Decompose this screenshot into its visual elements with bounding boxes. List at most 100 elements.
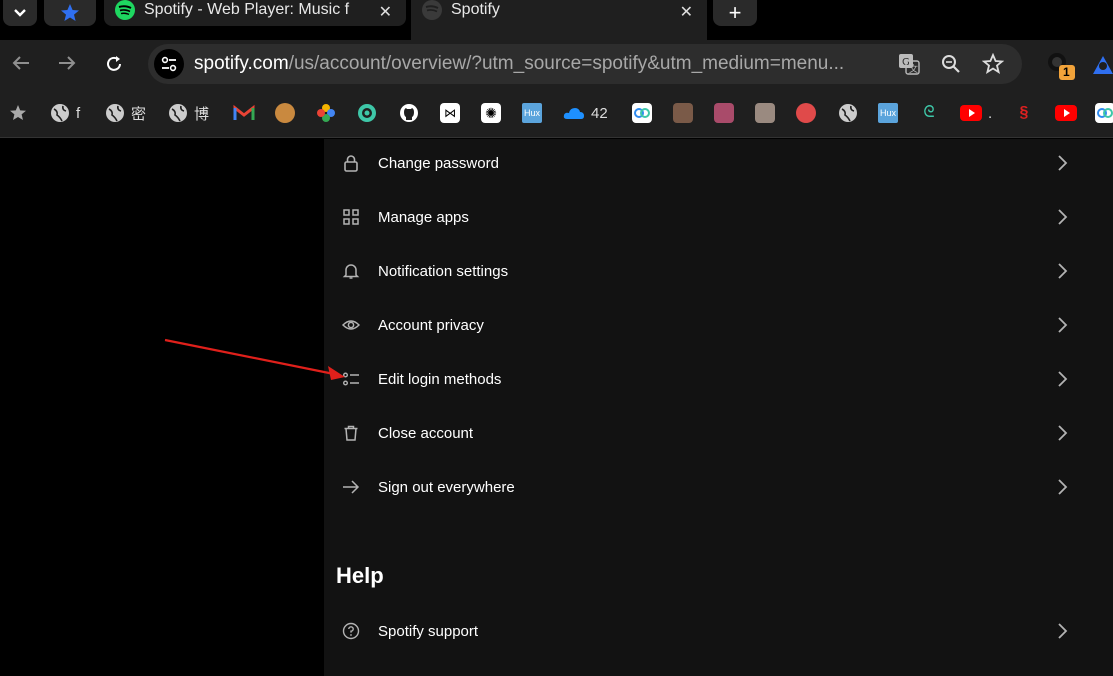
- menu-item-label: Account privacy: [378, 316, 484, 334]
- chevron-right-icon: [1058, 371, 1068, 387]
- extension-button[interactable]: 1: [1046, 52, 1076, 87]
- youtube-icon: [1055, 105, 1077, 121]
- bookmark-onedrive[interactable]: 42: [563, 102, 608, 124]
- bookmark-ball[interactable]: [796, 102, 816, 124]
- tab-search-button[interactable]: [3, 0, 37, 26]
- translate-icon[interactable]: G文: [898, 53, 920, 75]
- chevron-right-icon: [1058, 479, 1068, 495]
- spiral-icon: ᘓ: [923, 104, 935, 121]
- lock-icon: [344, 155, 358, 172]
- close-icon[interactable]: ✕: [680, 2, 693, 22]
- bookmark-youtube-2[interactable]: [1055, 102, 1077, 124]
- gmail-icon: [233, 104, 255, 120]
- help-section-title: Help: [336, 563, 384, 588]
- menu-item-sign-out-everywhere[interactable]: Sign out everywhere: [324, 460, 1113, 514]
- tab-title: Spotify - Web Player: Music f: [144, 1, 350, 18]
- avatar-icon: [673, 103, 693, 123]
- avatar-icon: [714, 103, 734, 123]
- chevron-right-icon: [1058, 425, 1068, 441]
- profile-icon[interactable]: [1092, 53, 1113, 75]
- cloud-icon: [632, 103, 652, 123]
- bookmark-teal[interactable]: ᘓ: [919, 102, 939, 124]
- menu-item-label: Change password: [378, 154, 499, 172]
- tab-spotify[interactable]: Spotify ✕: [411, 0, 707, 40]
- bookmark-youtube[interactable]: .: [960, 102, 992, 124]
- tab-strip: Spotify - Web Player: Music f ✕ Spotify …: [0, 0, 1113, 40]
- menu-item-edit-login-methods[interactable]: Edit login methods: [324, 352, 1113, 406]
- zoom-icon[interactable]: [941, 54, 961, 74]
- chevron-down-icon: [14, 9, 26, 17]
- bookmark-gmail[interactable]: [233, 102, 255, 124]
- pattern-icon: ⋈: [440, 103, 460, 123]
- site-info-button[interactable]: [154, 49, 184, 79]
- menu-item-label: Edit login methods: [378, 370, 502, 388]
- back-icon[interactable]: [11, 54, 31, 72]
- ball-icon: [796, 103, 816, 123]
- chevron-right-icon: [1058, 155, 1068, 171]
- onedrive-icon: [563, 108, 584, 119]
- spotify-logo-icon: [115, 0, 135, 20]
- tab-web-player[interactable]: Spotify - Web Player: Music f ✕: [104, 0, 406, 26]
- close-icon[interactable]: ✕: [379, 2, 392, 22]
- tab-title: Spotify: [451, 1, 500, 18]
- bookmark-label: 密: [131, 105, 147, 123]
- bookmark-p[interactable]: [357, 102, 377, 124]
- avatar-icon: [755, 103, 775, 123]
- hux-icon: Hux: [522, 103, 542, 123]
- url-text[interactable]: spotify.com/us/account/overview/?utm_sou…: [194, 53, 884, 75]
- bookmark-baidu[interactable]: [632, 102, 652, 124]
- account-settings-panel: Change password Manage apps Notification…: [324, 139, 1113, 676]
- address-bar[interactable]: spotify.com/us/account/overview/?utm_sou…: [148, 44, 1022, 84]
- menu-item-close-account[interactable]: Close account: [324, 406, 1113, 460]
- bookmark-food[interactable]: [275, 102, 295, 124]
- forward-icon[interactable]: [57, 54, 77, 72]
- bookmark-avatar-3[interactable]: [755, 102, 775, 124]
- menu-item-label: Notification settings: [378, 262, 509, 280]
- bookmark-grid[interactable]: ⋈: [440, 102, 460, 124]
- cloud-icon: [1095, 103, 1113, 123]
- bookmark-star-icon[interactable]: [982, 53, 1004, 75]
- extension-icon: [1048, 53, 1075, 80]
- globe-icon: [169, 104, 187, 122]
- bookmark-avatar-1[interactable]: [673, 102, 693, 124]
- eye-icon: [342, 320, 360, 330]
- menu-item-spotify-support[interactable]: Spotify support: [324, 604, 1113, 658]
- bookmarks-bar: f 密 博 ⋈ ✺ Hux 42 Hux ᘓ . §: [0, 88, 1113, 138]
- new-tab-button[interactable]: +: [713, 0, 757, 26]
- bookmark-github[interactable]: [399, 102, 419, 124]
- chevron-right-icon: [1058, 209, 1068, 225]
- globe-icon: [839, 104, 857, 122]
- globe-icon: [51, 104, 69, 122]
- bookmark-mi[interactable]: 密: [105, 102, 146, 124]
- menu-item-manage-apps[interactable]: Manage apps: [324, 190, 1113, 244]
- reload-icon[interactable]: [104, 54, 124, 74]
- bookmark-bo[interactable]: 博: [168, 102, 209, 124]
- bookmark-hux-2[interactable]: Hux: [878, 102, 898, 124]
- bookmark-hux[interactable]: Hux: [522, 102, 542, 124]
- bookmark-globe[interactable]: [838, 102, 858, 124]
- photos-icon: [317, 104, 335, 122]
- list-icon: [343, 372, 359, 386]
- bookmark-label: 42: [591, 104, 608, 122]
- plus-icon: +: [728, 0, 742, 25]
- menu-item-label: Spotify support: [378, 622, 479, 640]
- grid-icon: [343, 209, 359, 225]
- bookmark-f[interactable]: f: [50, 102, 80, 124]
- menu-item-label: Sign out everywhere: [378, 478, 515, 496]
- menu-item-account-privacy[interactable]: Account privacy: [324, 298, 1113, 352]
- pinned-tab[interactable]: [44, 0, 96, 26]
- browser-toolbar: spotify.com/us/account/overview/?utm_sou…: [0, 40, 1113, 88]
- bookmark-red[interactable]: §: [1014, 102, 1034, 124]
- bookmark-star[interactable]: [9, 102, 27, 124]
- svg-text:文: 文: [909, 63, 918, 75]
- url-path: /us/account/overview/?utm_source=spotify…: [288, 53, 845, 74]
- chevron-right-icon: [1058, 623, 1068, 639]
- bookmark-avatar-2[interactable]: [714, 102, 734, 124]
- menu-item-notification-settings[interactable]: Notification settings: [324, 244, 1113, 298]
- menu-item-change-password[interactable]: Change password: [324, 136, 1113, 190]
- trash-icon: [344, 425, 358, 441]
- bookmark-baidu-2[interactable]: [1095, 102, 1113, 124]
- bookmark-openai[interactable]: ✺: [481, 102, 501, 124]
- p-circle-icon: [358, 104, 376, 122]
- bookmark-photos[interactable]: [316, 102, 336, 124]
